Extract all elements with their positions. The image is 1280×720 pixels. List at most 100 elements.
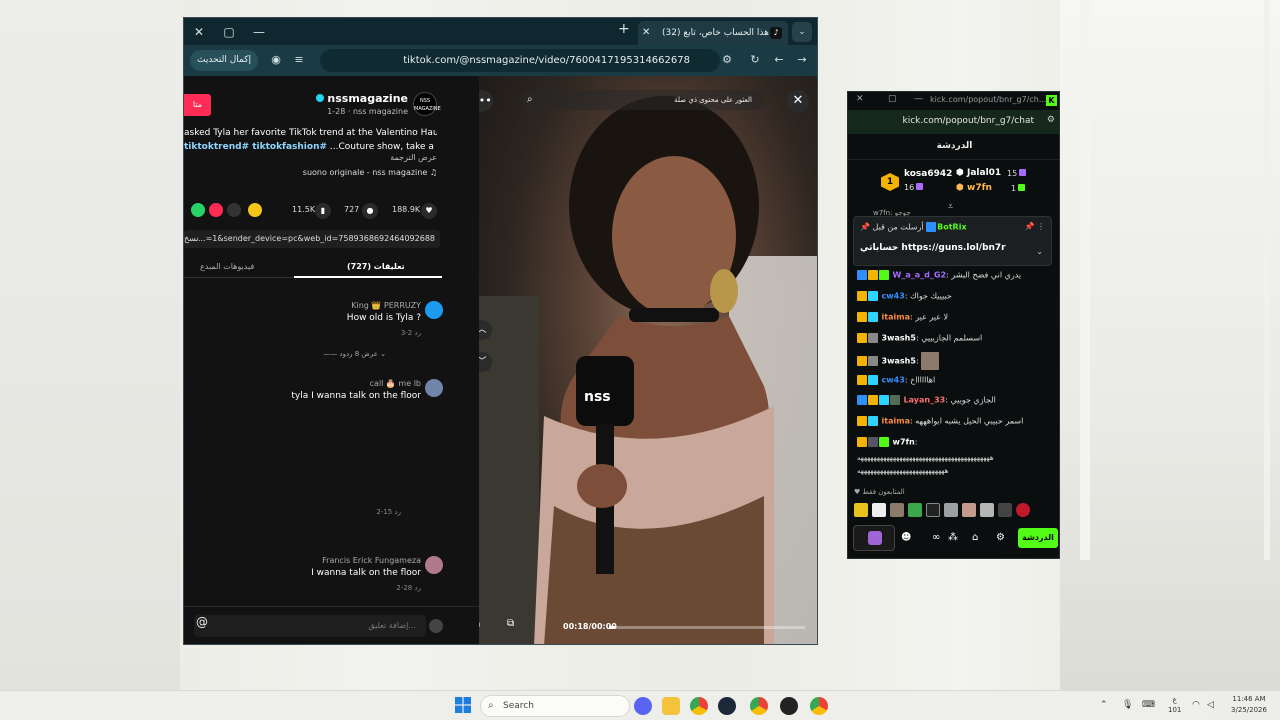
leaderboard-user[interactable]: kosa6942 [904, 169, 952, 179]
video-search-input[interactable]: ⌕ العثور على محتوى ذي صلة [521, 90, 764, 110]
embed-icon[interactable] [227, 203, 241, 217]
comment-input[interactable]: إضافة تعليق... [194, 615, 426, 637]
taskbar-search[interactable]: ⌕ Search [480, 695, 630, 717]
author-name[interactable]: nssmagazine [284, 92, 408, 105]
show-hidden-icons-icon[interactable]: ⌃ [1100, 700, 1108, 710]
chat-username[interactable]: 3wash5 [882, 334, 916, 343]
maximize-icon[interactable]: ▢ [888, 94, 897, 104]
system-clock[interactable]: 11:46 AM 3/25/2026 [1226, 694, 1272, 716]
emote-icon[interactable] [962, 503, 976, 517]
comment-user[interactable]: King 👑 PERRUZY [351, 301, 421, 310]
emote-icon[interactable] [872, 503, 886, 517]
smile-icon[interactable]: ☻ [901, 532, 911, 543]
tab-comments[interactable]: تعليقات (727) [347, 262, 405, 271]
minimize-icon[interactable]: — [250, 23, 268, 41]
update-button[interactable]: إكمال التحديث [190, 50, 258, 71]
wifi-icon[interactable]: ◠ [1192, 700, 1200, 710]
volume-icon[interactable]: 🔊︎ [479, 618, 491, 636]
tab-creator-videos[interactable]: فيديوهات المبدع [200, 262, 254, 271]
heart-icon[interactable]: ♥ [421, 203, 437, 219]
chat-username[interactable]: itaima [882, 313, 910, 322]
leaderboard-user[interactable]: ⬢ w7fn [956, 183, 992, 193]
volume-icon[interactable]: ◁ [1207, 700, 1214, 710]
forward-icon[interactable]: ← [771, 52, 787, 68]
share-link-field[interactable]: ...=1&sender_device=pc&web_id=7589368692… [184, 230, 440, 248]
close-icon[interactable]: ✕ [856, 94, 864, 104]
extensions-icon[interactable]: ≡ [291, 52, 307, 68]
app-icon[interactable] [780, 697, 798, 715]
view-replies-link[interactable]: —— عرض 8 ردود ⌄ [323, 350, 386, 358]
close-icon[interactable]: ✕ [190, 23, 208, 41]
points-icon[interactable]: ⁂ [948, 532, 958, 543]
back-icon[interactable]: → [794, 52, 810, 68]
emote-picker-icon[interactable] [868, 531, 882, 545]
chrome-profile-icon[interactable] [810, 697, 828, 715]
comment-icon[interactable]: ● [362, 203, 378, 219]
music-label[interactable]: suono originale - nss magazine ♫ [184, 168, 437, 177]
emote-icon[interactable] [908, 503, 922, 517]
chrome-icon[interactable] [690, 697, 708, 715]
emoji-icon[interactable] [429, 619, 443, 633]
emote-icon[interactable] [890, 503, 904, 517]
comment-meta[interactable]: 3-2 رد [401, 329, 421, 337]
repost-icon[interactable] [248, 203, 262, 217]
browser-tab-tiktok[interactable]: ✕ هذا الحساب خاص، تابع (32) ♪ [638, 21, 788, 45]
pinned-link[interactable]: حساباتي https://guns.lol/bn7r [860, 243, 1006, 253]
see-translation-link[interactable]: عرض الترجمة [184, 153, 437, 162]
chat-username[interactable]: W_a_a_d_G2 [893, 271, 946, 280]
steam-icon[interactable] [718, 697, 736, 715]
keyboard-icon[interactable]: ⌨ [1142, 700, 1155, 710]
pin-options-icon[interactable]: 📌 ⋮ [1024, 222, 1045, 231]
send-chat-button[interactable]: الدردشة [1018, 528, 1058, 548]
tab-search-icon[interactable]: ⌄ [792, 22, 812, 42]
language-indicator[interactable]: ع 101 [1168, 695, 1181, 715]
gift-icon[interactable]: ∞ [932, 532, 940, 543]
avatar[interactable] [425, 379, 443, 397]
comment-meta[interactable]: 2-28 رد [396, 584, 421, 592]
microphone-icon[interactable]: 🎙︎ [1122, 700, 1133, 710]
video-player[interactable]: nss ••• ⌕ العثور على محتوى ذي صلة ✕ ︿ ﹀ … [479, 76, 817, 644]
emote-icon[interactable] [854, 503, 868, 517]
comment-user[interactable]: call 🎂 me lb [370, 379, 421, 388]
emote-icon[interactable] [1016, 503, 1030, 517]
maximize-icon[interactable]: ▢ [220, 23, 238, 41]
store-icon[interactable]: ⌂ [972, 532, 978, 543]
kick-address-url[interactable]: kick.com/popout/bnr_g7/chat [848, 116, 1034, 126]
chat-username[interactable]: Layan_33 [904, 396, 946, 405]
chat-username[interactable]: 3wash5 [882, 357, 916, 366]
emote-icon[interactable] [980, 503, 994, 517]
whatsapp-share-icon[interactable] [191, 203, 205, 217]
windows-start-icon[interactable] [455, 697, 471, 713]
author-avatar[interactable]: NSS MAGAZINE [413, 92, 441, 116]
avatar[interactable] [425, 301, 443, 319]
emote-icon[interactable] [926, 503, 940, 517]
bookmark-icon[interactable]: ▮ [315, 203, 331, 219]
comment-meta[interactable]: 2-15 رد [376, 508, 401, 516]
avatar[interactable] [425, 556, 443, 574]
minimize-icon[interactable]: — [914, 94, 923, 104]
site-settings-icon[interactable]: ⚙ [719, 52, 735, 68]
chat-username[interactable]: itaima [882, 417, 910, 426]
chevron-down-icon[interactable]: ⌄ [1036, 247, 1043, 256]
copy-link-label[interactable]: نسخ [184, 230, 199, 248]
chat-username[interactable]: cw43 [882, 292, 905, 301]
chat-username[interactable]: cw43 [882, 376, 905, 385]
site-settings-icon[interactable]: ⚙ [1047, 115, 1055, 125]
chat-username[interactable]: w7fn [893, 438, 915, 447]
emote-icon[interactable] [998, 503, 1012, 517]
emote-icon[interactable] [944, 503, 958, 517]
video-progress-bar[interactable] [609, 626, 805, 629]
collapse-icon[interactable]: ⩡ [948, 202, 953, 212]
mention-icon[interactable]: @ [196, 615, 208, 629]
settings-gear-icon[interactable]: ⚙ [996, 532, 1005, 543]
leaderboard-user[interactable]: ⬢ Jalal01 [956, 168, 1001, 178]
follow-button[interactable]: متا [184, 94, 211, 116]
discord-icon[interactable] [634, 697, 652, 715]
chrome-profile-icon[interactable] [750, 697, 768, 715]
reload-icon[interactable]: ↻ [747, 52, 763, 68]
send-share-icon[interactable] [209, 203, 223, 217]
tab-close-icon[interactable]: ✕ [642, 21, 650, 45]
comment-user[interactable]: Francis Erick Fungameza [322, 556, 421, 565]
profile-icon[interactable]: ◉ [268, 52, 284, 68]
new-tab-icon[interactable]: + [618, 21, 630, 37]
